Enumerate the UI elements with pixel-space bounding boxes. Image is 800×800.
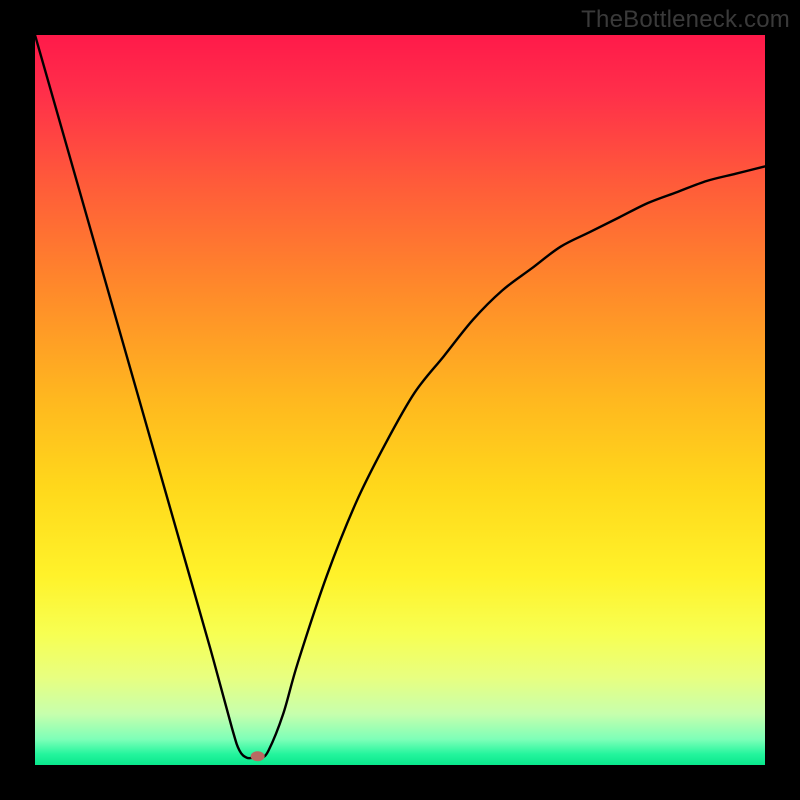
chart-frame: TheBottleneck.com xyxy=(0,0,800,800)
plot-area xyxy=(35,35,765,765)
watermark-text: TheBottleneck.com xyxy=(581,6,790,34)
plot-svg xyxy=(35,35,765,765)
gradient-background xyxy=(35,35,765,765)
minimum-marker xyxy=(251,751,265,761)
